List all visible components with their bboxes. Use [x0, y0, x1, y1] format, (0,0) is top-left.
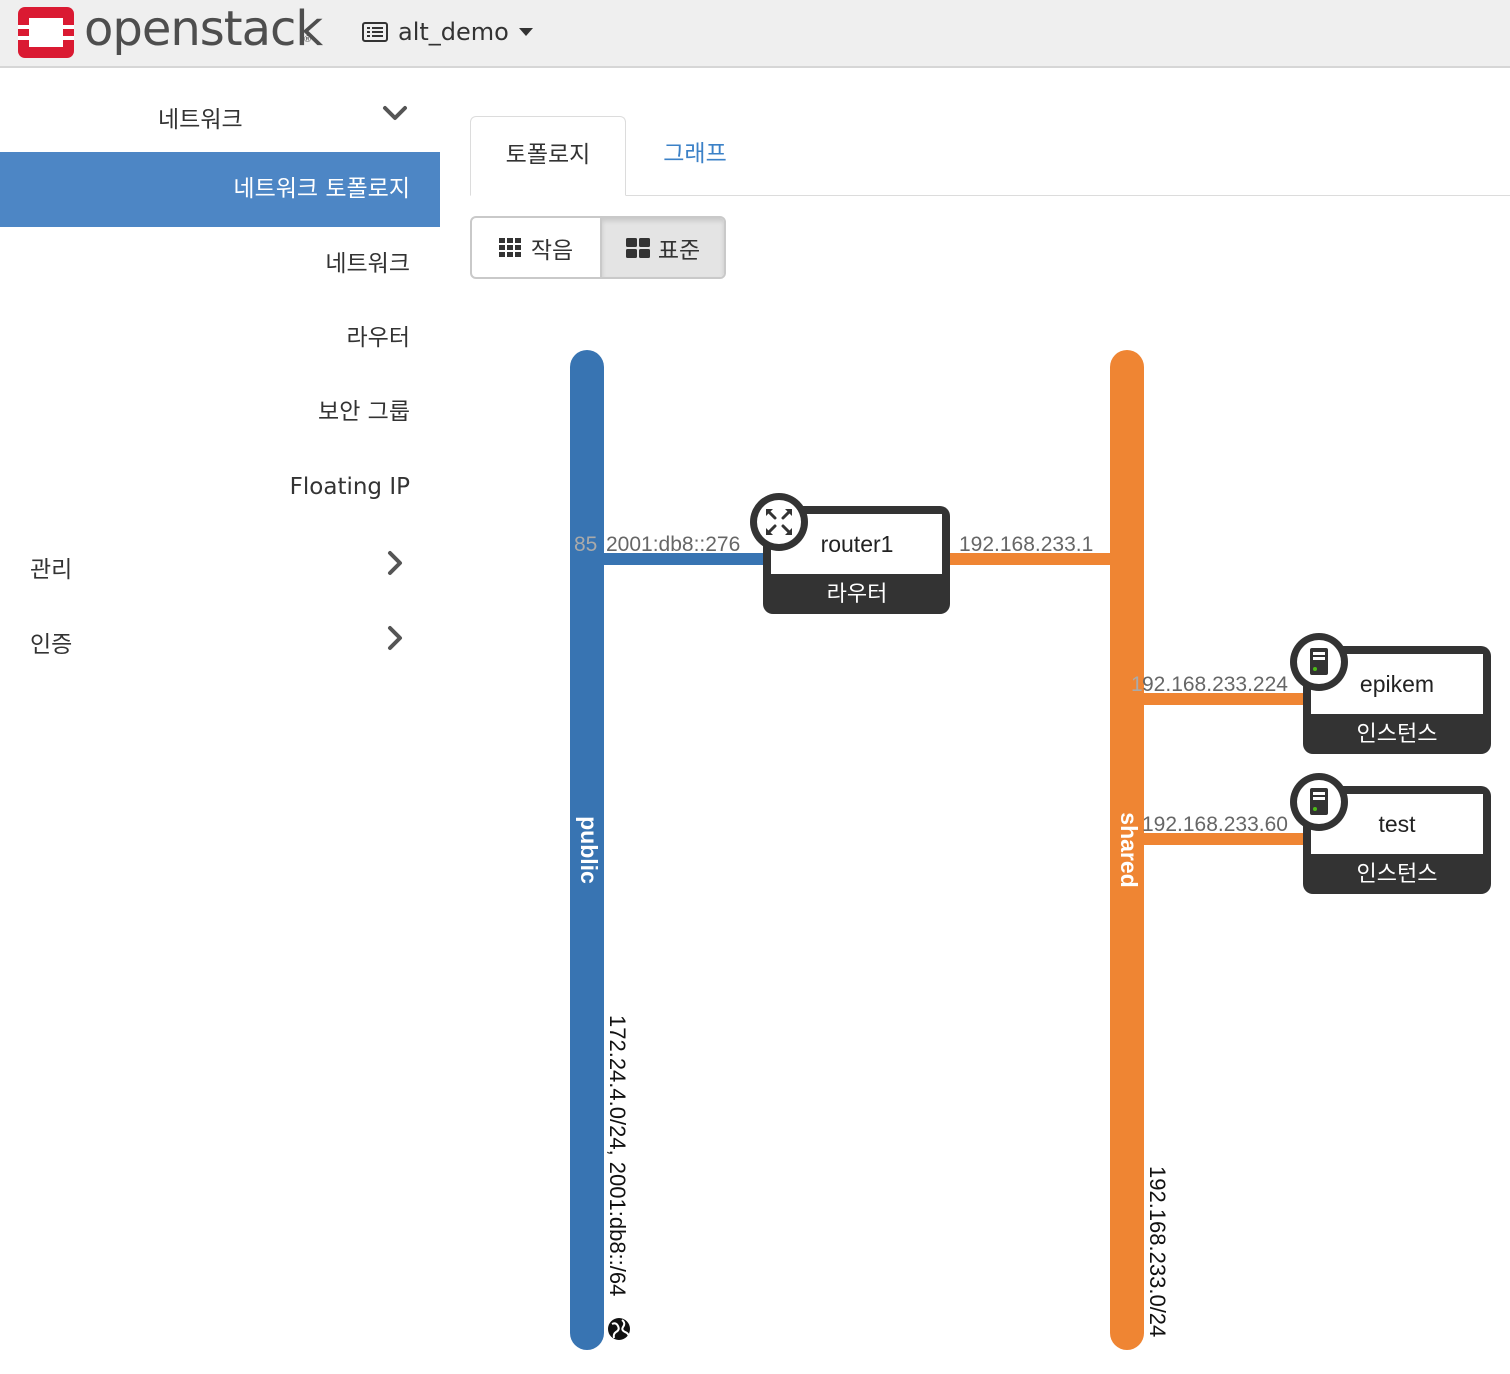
brand-wordmark[interactable]: openstack: [84, 0, 323, 59]
public-network-subnets: 172.24.4.0/24, 2001:db8::/64: [605, 1015, 630, 1296]
sidebar-item-security-groups[interactable]: 보안 그룹: [0, 375, 440, 450]
server-icon: [1290, 633, 1348, 691]
router-type-label: 라우터: [827, 581, 888, 606]
router-name: router1: [821, 531, 894, 557]
network-public[interactable]: public 172.24.4.0/24, 2001:db8::/64: [570, 350, 630, 1350]
sidebar: 네트워크 네트워크 토폴로지 네트워크 라우터 보안 그룹 Floating I…: [0, 70, 440, 1374]
public-network-name: public: [576, 816, 602, 884]
instance-type-label: 인스턴스: [1357, 721, 1438, 746]
sidebar-section-label: 네트워크: [158, 107, 243, 133]
instance-name: test: [1378, 811, 1416, 837]
port-test-address: 192.168.233.60: [1142, 813, 1288, 836]
server-icon: [1290, 773, 1348, 831]
instance-name: epikem: [1360, 671, 1434, 697]
view-size-toggle: 작음 표준: [470, 216, 726, 279]
grid-large-icon: [625, 237, 650, 258]
project-name: alt_demo: [398, 18, 509, 46]
chevron-down-icon: [383, 106, 407, 120]
globe-icon: [608, 1318, 630, 1340]
sidebar-section-admin[interactable]: 관리: [0, 526, 440, 600]
shared-network-subnets: 192.168.233.0/24: [1145, 1166, 1170, 1337]
normal-view-label: 표준: [657, 237, 701, 264]
instance-node-test[interactable]: test 인스턴스: [1290, 773, 1491, 894]
sidebar-section-label: 인증: [30, 632, 73, 658]
router-node[interactable]: router1 라우터: [750, 493, 950, 614]
small-view-label: 작음: [530, 237, 574, 264]
tab-topology[interactable]: 토폴로지: [470, 116, 626, 196]
chevron-right-icon: [388, 626, 402, 650]
sidebar-item-networks[interactable]: 네트워크: [0, 227, 440, 302]
project-switcher[interactable]: alt_demo: [362, 14, 533, 50]
shared-network-name: shared: [1116, 812, 1142, 887]
top-navbar: openstack ® alt_demo: [0, 0, 1510, 68]
grid-small-icon: [498, 237, 521, 257]
sidebar-section-network[interactable]: 네트워크: [0, 76, 440, 150]
port-epikem-address: 92.168.233.224: [1142, 673, 1288, 696]
chevron-right-icon: [388, 551, 402, 575]
tab-graph[interactable]: 그래프: [650, 116, 740, 195]
port-shared-address: 192.168.233.1: [959, 533, 1093, 556]
openstack-logo-icon[interactable]: [18, 7, 74, 58]
network-shared[interactable]: shared 192.168.233.0/24: [1110, 350, 1170, 1350]
network-topology-canvas: public 172.24.4.0/24, 2001:db8::/64 shar…: [570, 350, 1491, 1350]
instance-type-label: 인스턴스: [1357, 861, 1438, 886]
instance-node-epikem[interactable]: epikem 인스턴스: [1290, 633, 1491, 754]
sidebar-item-routers[interactable]: 라우터: [0, 301, 440, 376]
project-list-icon: [362, 22, 388, 42]
caret-down-icon: [518, 28, 533, 36]
port-public-address: 2001:db8::276: [606, 533, 740, 556]
port-epikem-prefix: 1: [1131, 673, 1143, 696]
router-arrows-icon: [750, 493, 808, 551]
sidebar-section-identity[interactable]: 인증: [0, 601, 440, 675]
small-view-button[interactable]: 작음: [472, 218, 600, 277]
normal-view-button[interactable]: 표준: [600, 218, 724, 277]
port-public-prefix: 85: [574, 533, 597, 556]
sidebar-item-network-topology[interactable]: 네트워크 토폴로지: [0, 152, 440, 227]
topology-tabs: 토폴로지 그래프: [470, 116, 1510, 196]
sidebar-item-floating-ip[interactable]: Floating IP: [0, 450, 440, 525]
sidebar-section-label: 관리: [30, 557, 73, 583]
brand-registered-mark: ®: [303, 35, 312, 45]
